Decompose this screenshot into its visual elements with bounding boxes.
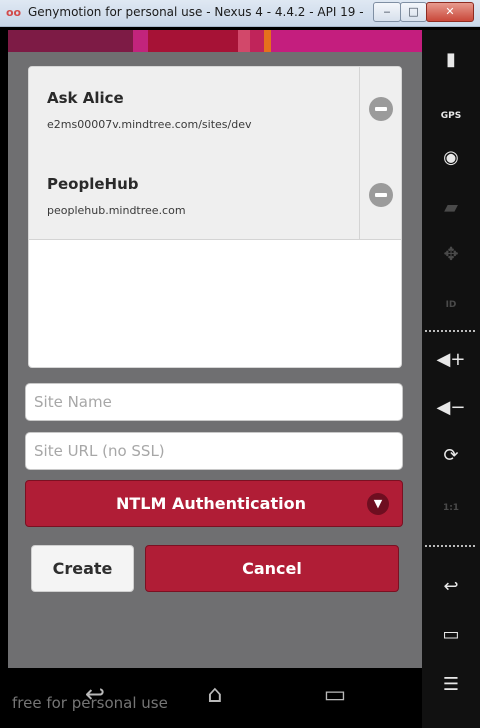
site-name-input[interactable] — [25, 383, 403, 421]
menu-icon[interactable]: ☰ — [422, 670, 480, 700]
cancel-button[interactable]: Cancel — [145, 545, 399, 592]
recent-apps-icon[interactable]: ▭ — [422, 620, 480, 650]
gps-label: GPS — [440, 111, 462, 121]
id-label: ID — [445, 300, 457, 310]
remove-site-button[interactable] — [359, 67, 401, 153]
camera-icon[interactable]: ◉ — [422, 143, 480, 173]
watermark-text: free for personal use — [12, 694, 168, 712]
site-item-title: Ask Alice — [47, 89, 124, 107]
home-icon[interactable]: ⌂ — [194, 680, 236, 708]
genymotion-logo-icon: oo — [6, 6, 22, 19]
site-item-url: peoplehub.mindtree.com — [47, 204, 186, 217]
site-item-title: PeopleHub — [47, 175, 139, 193]
auth-type-select[interactable]: NTLM Authentication ▼ — [25, 480, 403, 527]
window-titlebar: oo Genymotion for personal use - Nexus 4… — [0, 0, 480, 27]
minimize-button[interactable]: ‒ — [373, 2, 401, 22]
remove-icon — [369, 183, 393, 207]
scale-label: 1:1 — [442, 503, 460, 513]
video-icon: ▰ — [444, 197, 458, 218]
gps-icon[interactable]: GPS — [422, 98, 480, 128]
toolbar-divider — [425, 545, 475, 547]
site-url-input[interactable] — [25, 432, 403, 470]
create-button[interactable]: Create — [31, 545, 134, 592]
site-list: Ask Alice e2ms00007v.mindtree.com/sites/… — [28, 66, 402, 368]
window-title: Genymotion for personal use - Nexus 4 - … — [28, 5, 368, 19]
id-icon: ID — [422, 287, 480, 317]
close-button[interactable]: ✕ — [426, 2, 474, 22]
chevron-down-icon: ▼ — [367, 493, 389, 515]
remove-icon — [369, 97, 393, 121]
status-bar — [8, 30, 422, 52]
site-item[interactable]: Ask Alice e2ms00007v.mindtree.com/sites/… — [29, 67, 401, 154]
remove-site-button[interactable] — [359, 153, 401, 239]
recent-apps-icon[interactable]: ▭ — [314, 680, 356, 708]
battery-icon[interactable]: ▮ — [422, 45, 480, 75]
dpad-icon: ✥ — [443, 244, 459, 265]
site-item-url: e2ms00007v.mindtree.com/sites/dev — [47, 118, 252, 131]
scale-icon: 1:1 — [422, 490, 480, 520]
rotate-icon[interactable]: ⟳ — [422, 441, 480, 471]
toolbar-divider — [425, 330, 475, 332]
back-icon[interactable]: ↩ — [422, 572, 480, 602]
maximize-button[interactable]: □ — [400, 2, 427, 22]
volume-down-icon[interactable]: ◀− — [422, 393, 480, 423]
volume-up-icon[interactable]: ◀+ — [422, 345, 480, 375]
auth-type-value: NTLM Authentication — [116, 494, 306, 513]
site-item[interactable]: PeopleHub peoplehub.mindtree.com — [29, 153, 401, 240]
